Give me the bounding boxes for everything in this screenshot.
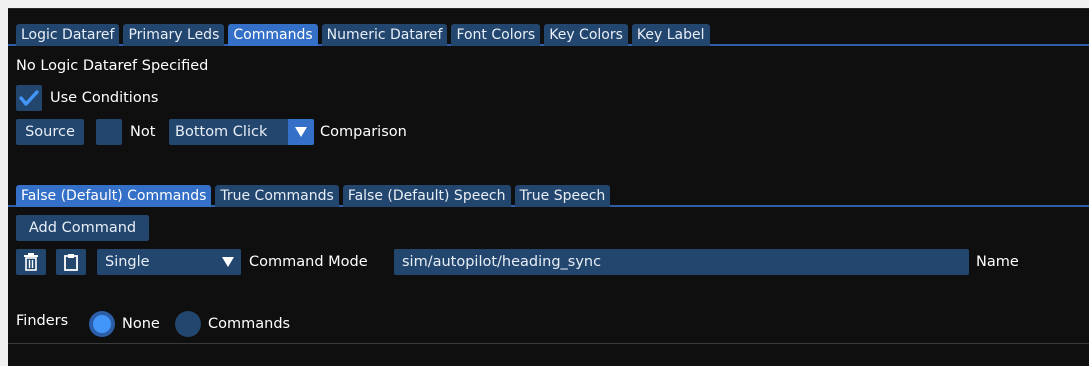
finders-none-label: None <box>122 316 160 332</box>
name-label: Name <box>976 254 1019 270</box>
finders-label: Finders <box>16 313 69 329</box>
dataref-status-text: No Logic Dataref Specified <box>16 58 209 74</box>
dropdown-arrow-icon <box>215 249 241 275</box>
command-mode-dropdown[interactable]: Single <box>97 249 241 275</box>
tab-commands[interactable]: Commands <box>228 24 318 46</box>
use-conditions-label: Use Conditions <box>50 90 159 106</box>
tab-key-label[interactable]: Key Label <box>631 24 710 46</box>
tab-numeric-dataref[interactable]: Numeric Dataref <box>321 24 448 46</box>
radio-selected-dot <box>93 315 111 333</box>
tab-primary-leds[interactable]: Primary Leds <box>123 24 225 46</box>
bottom-divider <box>8 343 1089 344</box>
finders-commands-radio[interactable] <box>175 311 201 337</box>
use-conditions-checkbox[interactable] <box>16 85 42 111</box>
tab-font-colors[interactable]: Font Colors <box>451 24 541 46</box>
tab-true-speech[interactable]: True Speech <box>514 185 611 207</box>
delete-command-button[interactable] <box>16 249 46 275</box>
command-name-input[interactable]: sim/autopilot/heading_sync <box>394 249 969 275</box>
dropdown-arrow-icon <box>288 119 314 145</box>
comparison-dropdown[interactable]: Bottom Click <box>169 119 314 145</box>
checkmark-icon <box>19 90 39 106</box>
tab-false-default-speech[interactable]: False (Default) Speech <box>342 185 511 207</box>
add-command-button[interactable]: Add Command <box>16 215 149 241</box>
clipboard-icon <box>64 254 78 271</box>
paste-command-button[interactable] <box>56 249 86 275</box>
command-mode-value: Single <box>105 254 150 270</box>
tab-key-colors[interactable]: Key Colors <box>544 24 628 46</box>
top-tab-bar: Logic Dataref Primary Leds Commands Nume… <box>8 22 1089 46</box>
trash-icon <box>24 253 38 271</box>
comparison-label: Comparison <box>320 124 407 140</box>
finders-commands-label: Commands <box>208 316 291 332</box>
tab-false-default-commands[interactable]: False (Default) Commands <box>16 185 212 207</box>
finders-none-radio[interactable] <box>89 311 115 337</box>
not-checkbox[interactable] <box>96 119 122 145</box>
tab-true-commands[interactable]: True Commands <box>215 185 339 207</box>
source-button[interactable]: Source <box>16 119 84 145</box>
command-mode-label: Command Mode <box>249 254 368 270</box>
command-tab-bar: False (Default) Commands True Commands F… <box>8 183 1089 207</box>
tab-logic-dataref[interactable]: Logic Dataref <box>16 24 120 46</box>
not-label: Not <box>130 124 156 140</box>
commands-panel: Logic Dataref Primary Leds Commands Nume… <box>8 8 1089 366</box>
comparison-value: Bottom Click <box>175 124 268 140</box>
